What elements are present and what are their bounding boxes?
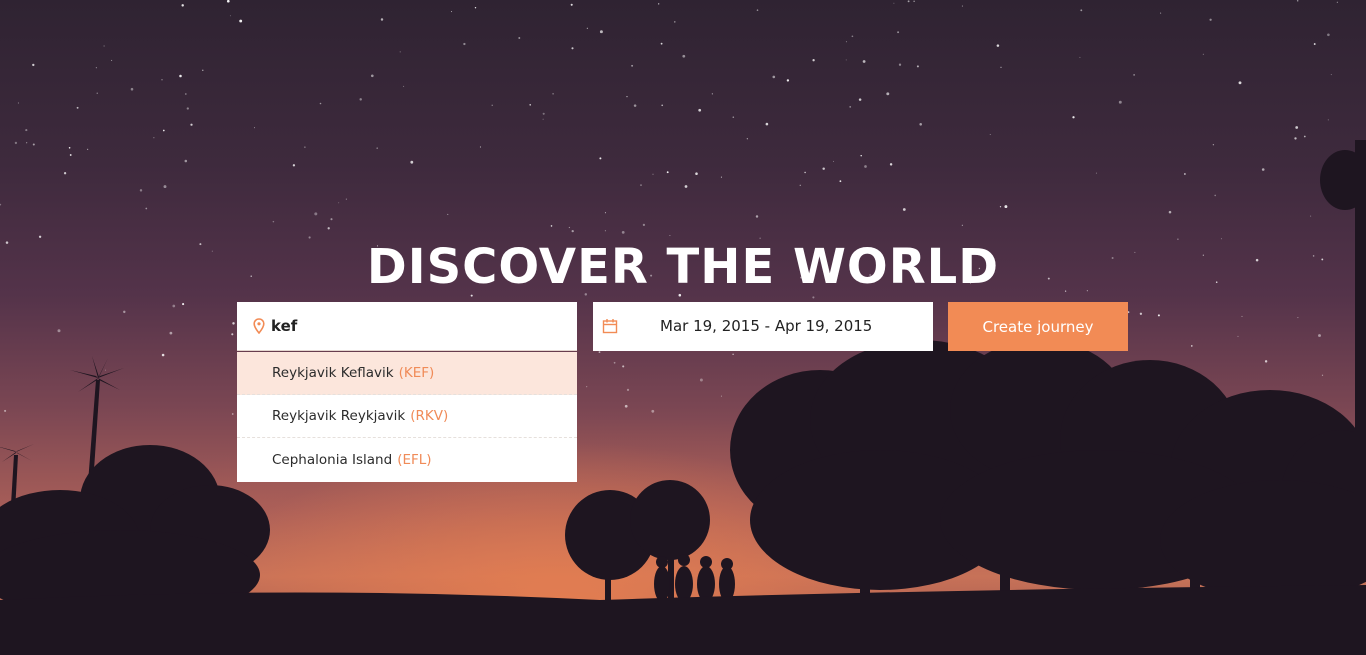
- create-journey-button[interactable]: Create journey: [948, 302, 1128, 351]
- suggestion-code: (EFL): [397, 452, 432, 468]
- map-pin-icon: [253, 318, 265, 334]
- suggestion-name: Reykjavik Reykjavik: [272, 408, 406, 424]
- suggestion-name: Cephalonia Island: [272, 452, 393, 468]
- destination-search[interactable]: [237, 302, 577, 351]
- suggestion-name: Reykjavik Keflavik: [272, 365, 394, 381]
- suggestion-item[interactable]: Reykjavik Reykjavik (RKV): [237, 395, 577, 438]
- suggestion-dropdown: Reykjavik Keflavik (KEF) Reykjavik Reykj…: [237, 352, 577, 482]
- date-range-picker[interactable]: Mar 19, 2015 - Apr 19, 2015: [593, 302, 933, 351]
- suggestion-item[interactable]: Reykjavik Keflavik (KEF): [237, 352, 577, 395]
- calendar-icon: [602, 319, 618, 334]
- suggestion-code: (RKV): [410, 408, 449, 424]
- date-range-value: Mar 19, 2015 - Apr 19, 2015: [660, 317, 873, 335]
- page-title: DISCOVER THE WORLD: [366, 239, 1000, 296]
- suggestion-code: (KEF): [398, 365, 435, 381]
- suggestion-item[interactable]: Cephalonia Island (EFL): [237, 438, 577, 482]
- destination-input[interactable]: [271, 302, 561, 350]
